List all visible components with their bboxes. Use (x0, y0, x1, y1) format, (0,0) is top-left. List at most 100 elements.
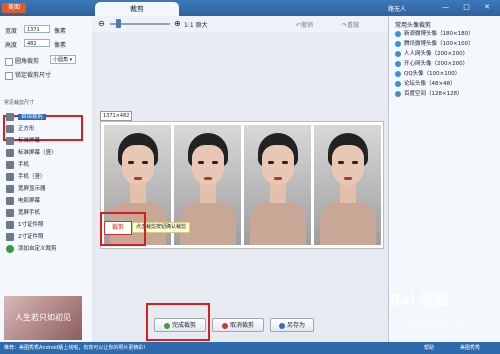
redo-button[interactable]: ↷重做 (342, 20, 359, 29)
original-size-button[interactable]: 1:1 原大 (184, 20, 208, 29)
forum-icon (395, 80, 401, 87)
preset-label: 新浪微博头像（180×180） (404, 31, 474, 37)
save-icon (278, 322, 285, 329)
film-icon (6, 196, 14, 205)
cancel-crop-button[interactable]: 取消裁剪 (212, 318, 264, 332)
undo-button[interactable]: ↶撤销 (296, 20, 313, 29)
qq-icon (395, 70, 401, 77)
preset-item-free[interactable]: 自由裁剪 (6, 112, 86, 122)
preset-item-movie[interactable]: 电影屏幕 (6, 196, 86, 206)
zoom-out-icon[interactable]: ⊖ (98, 19, 105, 28)
preset-label: 论坛头像（48×48） (404, 81, 456, 87)
preset-item-standard[interactable]: 标准屏幕 (6, 136, 86, 146)
kaixin-icon (395, 60, 401, 67)
preset-label: 标准屏幕 (18, 138, 41, 144)
preset-item-phone-portrait[interactable]: 手机（竖） (6, 172, 86, 182)
preset-item-id-2inch[interactable]: 2寸证件照 (6, 232, 86, 242)
status-text[interactable]: 推荐：美图秀秀Android版上线啦，有效可以让你的照片更精彩！ (4, 342, 148, 354)
crop-icon (6, 112, 14, 121)
avatar-preset-forum[interactable]: 论坛头像（48×48） (395, 80, 456, 89)
avatar-preset-kaixin[interactable]: 开心网头像（200×200） (395, 60, 468, 69)
highlight-box (100, 212, 146, 246)
lock-ratio-checkbox[interactable]: 锁定裁剪尺寸 (5, 70, 51, 80)
preset-item-standard-portrait[interactable]: 标准屏幕（竖） (6, 148, 86, 158)
preset-label: 腾讯微博头像（100×100） (404, 41, 474, 47)
preset-item-add-custom[interactable]: 添加自定义裁剪 (6, 244, 86, 254)
round-crop-label: 圆角裁剪 (15, 58, 40, 65)
status-bar: 推荐：美图秀秀Android版上线啦，有效可以让你的照片更精彩！ 帮助 美图秀秀 (0, 342, 500, 354)
checkbox-icon[interactable] (5, 71, 13, 80)
preset-label: 宽屏手机 (18, 210, 41, 216)
square-icon (6, 124, 14, 133)
window-controls[interactable]: — □ ✕ (442, 3, 496, 11)
preset-label: 手机（竖） (18, 174, 46, 180)
preset-label: 标准屏幕（竖） (18, 150, 57, 156)
id-photo-icon (6, 232, 14, 241)
dimension-label: 1371×482 (100, 111, 133, 121)
avatar-preset-baidu[interactable]: 百度空间（128×128） (395, 90, 463, 99)
checkbox-icon[interactable] (5, 57, 13, 66)
cancel-icon (221, 322, 228, 329)
phone-icon (6, 208, 14, 217)
preset-label: 正方形 (18, 126, 35, 132)
toolbar: ⊖ ⊕ 1:1 原大 ↶撤销 ↷重做 (92, 16, 388, 33)
weibo-icon (395, 30, 401, 37)
phone-icon (6, 172, 14, 181)
width-label: 宽度 (5, 28, 18, 35)
help-link[interactable]: 帮助 (424, 342, 434, 354)
preset-item-wide-monitor[interactable]: 宽屏显示器 (6, 184, 86, 194)
add-icon (6, 244, 14, 253)
monitor-icon (6, 184, 14, 193)
crop-canvas[interactable]: 1371×482 裁剪 点击裁剪按钮确认裁剪 完成裁剪 取消裁剪 另存为 (92, 32, 388, 342)
zoom-in-icon[interactable]: ⊕ (174, 19, 181, 28)
avatar-presets-title: 常用头像裁剪 (395, 22, 432, 29)
lock-ratio-label: 锁定裁剪尺寸 (15, 72, 52, 79)
renren-icon (395, 50, 401, 57)
preset-item-wide-phone[interactable]: 宽屏手机 (6, 208, 86, 218)
preset-label: 手机 (18, 162, 30, 168)
phone-icon (6, 160, 14, 169)
width-unit: 像素 (54, 28, 67, 35)
app-link[interactable]: 美图秀秀 (460, 342, 480, 354)
cancel-label: 取消裁剪 (229, 322, 254, 329)
portrait-photo (244, 125, 311, 245)
save-as-label: 另存为 (286, 322, 305, 329)
preset-label: 宽屏显示器 (18, 186, 46, 192)
preset-label: 添加自定义裁剪 (18, 246, 57, 252)
left-panel: 宽度 1371 像素 高度 482 像素 圆角裁剪 小圆角 ▾ 锁定裁剪尺寸 常… (0, 16, 93, 342)
preset-item-square[interactable]: 正方形 (6, 124, 86, 134)
height-unit: 像素 (54, 42, 67, 49)
tab-crop[interactable]: 裁剪 (95, 2, 179, 16)
baidu-icon (395, 90, 401, 97)
preset-item-id-1inch[interactable]: 1寸证件照 (6, 220, 86, 230)
round-crop-select[interactable]: 小圆角 ▾ (50, 55, 76, 64)
zoom-slider-handle[interactable] (116, 19, 121, 28)
screen-icon (6, 136, 14, 145)
round-crop-checkbox[interactable]: 圆角裁剪 (5, 56, 39, 66)
avatar-preset-sina[interactable]: 新浪微博头像（180×180） (395, 30, 474, 39)
screen-icon (6, 148, 14, 157)
preset-label: 2寸证件照 (18, 234, 44, 240)
preset-item-phone[interactable]: 手机 (6, 160, 86, 170)
avatar-preset-tencent[interactable]: 腾讯微博头像（100×100） (395, 40, 474, 49)
avatar-preset-qq[interactable]: QQ头像（100×100） (395, 70, 460, 79)
height-input[interactable]: 482 (24, 39, 50, 47)
tencent-weibo-icon (395, 40, 401, 47)
width-input[interactable]: 1371 (24, 25, 50, 33)
preset-label: 1寸证件照 (18, 222, 44, 228)
ad-banner[interactable]: 人生若只如初见 (4, 296, 82, 340)
user-name[interactable]: 路无人 (388, 4, 406, 13)
watermark: Bai 经验 (390, 293, 448, 309)
save-as-button[interactable]: 另存为 (270, 318, 314, 332)
title-bar: 美图 裁剪 路无人 — □ ✕ (0, 0, 500, 16)
preset-label: 人人网头像（200×200） (404, 51, 469, 57)
preset-label: QQ头像（100×100） (404, 71, 461, 77)
preset-label: 电影屏幕 (18, 198, 41, 204)
avatar-preset-renren[interactable]: 人人网头像（200×200） (395, 50, 468, 59)
preset-label: 开心网头像（200×200） (404, 61, 469, 67)
watermark-url: jingyan.baidu.com (410, 322, 466, 329)
app-logo: 美图 (2, 3, 26, 13)
height-label: 高度 (5, 42, 18, 49)
id-photo-icon (6, 220, 14, 229)
section-title: 常见裁剪尺寸 (4, 100, 35, 106)
